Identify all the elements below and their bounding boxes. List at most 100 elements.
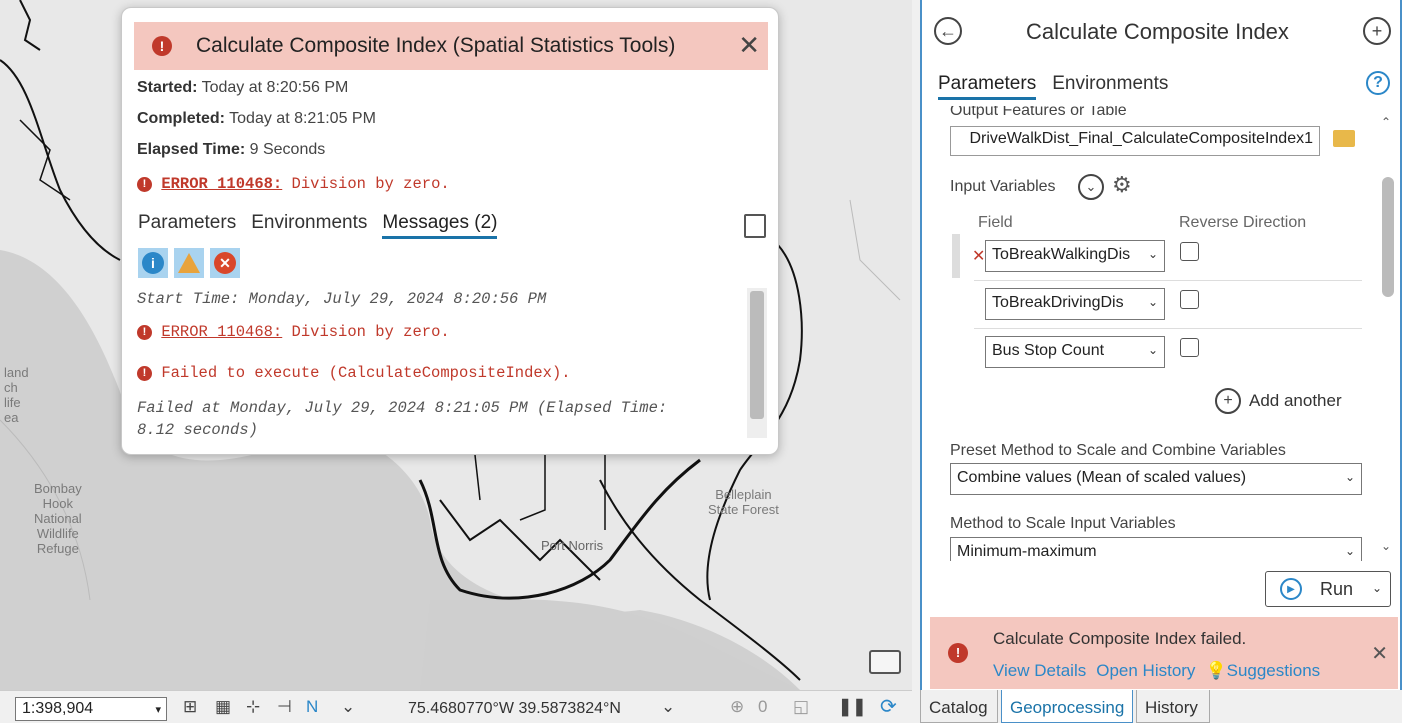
chevron-down-icon: ⌄ <box>1147 343 1158 357</box>
status-links: View Details Open History 💡Suggestions <box>993 661 1320 681</box>
map-legend-icon[interactable] <box>869 650 901 674</box>
row-drag-handle[interactable] <box>952 234 960 278</box>
elapsed-line: Elapsed Time: 9 Seconds <box>137 141 326 158</box>
add-another-button[interactable]: + Add another <box>1215 388 1342 414</box>
field-select-3[interactable]: Bus Stop Count ⌄ <box>985 336 1165 368</box>
reverse-checkbox-2[interactable] <box>1180 290 1199 309</box>
expand-icon[interactable]: ⌄ <box>1078 174 1104 200</box>
messages-scrollbar[interactable] <box>747 288 767 438</box>
row-divider <box>974 328 1362 329</box>
geoprocessing-pane: ← Calculate Composite Index + Parameters… <box>920 0 1402 690</box>
error-code-link[interactable]: ERROR 110468: <box>161 175 282 193</box>
scrollbar-thumb[interactable] <box>1382 177 1394 297</box>
info-icon: i <box>142 252 164 274</box>
warning-filter-button[interactable] <box>174 248 204 278</box>
chevron-down-icon: ⌄ <box>1147 295 1158 309</box>
tool-title: Calculate Composite Index <box>1026 19 1289 44</box>
message-start-time: Start Time: Monday, July 29, 2024 8:20:5… <box>137 290 547 308</box>
tab-environments[interactable]: Environments <box>1052 73 1168 100</box>
preset-method-label: Preset Method to Scale and Combine Varia… <box>950 442 1286 459</box>
plus-icon: + <box>1215 388 1241 414</box>
error-icon: ✕ <box>214 252 236 274</box>
run-button[interactable]: ▶ Run ⌄ <box>1265 571 1391 607</box>
error-icon: ! <box>948 643 968 663</box>
output-label: Output Features or Table <box>950 106 1127 119</box>
popup-tabs: Parameters Environments Messages (2) <box>138 212 498 239</box>
back-icon[interactable]: ← <box>934 17 962 45</box>
field-select-1[interactable]: ToBreakWalkingDis ⌄ <box>985 240 1165 272</box>
selection-icon[interactable]: ⊕ <box>730 697 744 717</box>
tab-catalog[interactable]: Catalog <box>920 690 998 723</box>
message-failed-at-1: Failed at Monday, July 29, 2024 8:21:05 … <box>137 399 668 417</box>
error-icon: ! <box>152 36 172 56</box>
suggestions-link[interactable]: 💡Suggestions <box>1205 661 1320 681</box>
open-history-link[interactable]: Open History <box>1096 661 1195 681</box>
error-icon: ! <box>137 325 152 340</box>
add-grid-icon[interactable]: ⊞ <box>183 697 197 717</box>
coordinate-readout: 75.4680770°W 39.5873824°N <box>408 700 621 717</box>
tab-geoprocessing[interactable]: Geoprocessing <box>1001 690 1133 723</box>
row-divider <box>974 280 1362 281</box>
tab-messages[interactable]: Messages (2) <box>382 212 498 239</box>
reverse-checkbox-1[interactable] <box>1180 242 1199 261</box>
play-icon: ▶ <box>1280 578 1302 600</box>
chevron-down-icon[interactable]: ⌄ <box>661 697 675 717</box>
close-icon[interactable]: ✕ <box>1371 641 1388 666</box>
map-label-belleplain: Belleplain State Forest <box>708 487 779 517</box>
map-label-bombay: Bombay Hook National Wildlife Refuge <box>34 481 82 556</box>
scale-method-select[interactable]: Minimum-maximum ⌄ <box>950 537 1362 561</box>
clear-selection-icon[interactable]: ◱ <box>793 697 809 717</box>
scroll-up-icon[interactable]: ⌃ <box>1381 115 1391 129</box>
output-field[interactable]: DriveWalkDist_Final_CalculateCompositeIn… <box>950 126 1320 156</box>
preset-method-select[interactable]: Combine values (Mean of scaled values) ⌄ <box>950 463 1362 495</box>
pause-icon[interactable]: ❚❚ <box>838 697 867 717</box>
lightbulb-icon: 💡 <box>1205 661 1227 680</box>
scrollbar-thumb[interactable] <box>750 291 764 419</box>
status-message: Calculate Composite Index failed. <box>993 629 1247 648</box>
tab-parameters[interactable]: Parameters <box>938 73 1037 100</box>
pane-tabs: Parameters Environments <box>938 73 1168 100</box>
refresh-icon[interactable]: ⟳ <box>880 694 897 719</box>
completed-line: Completed: Today at 8:21:05 PM <box>137 110 376 127</box>
north-arrow-icon[interactable]: N <box>306 697 318 717</box>
map-view[interactable]: Bombay Hook National Wildlife Refuge Bellepl… <box>0 0 912 690</box>
selected-count: 0 <box>758 697 768 716</box>
add-icon[interactable]: + <box>1363 17 1391 45</box>
chevron-down-icon[interactable]: ⌄ <box>341 697 355 717</box>
pane-scrollbar[interactable]: ⌃ ⌄ <box>1378 115 1396 560</box>
snapping-icon[interactable]: ⊹ <box>246 697 260 717</box>
map-label-left: land ch life ea <box>4 365 29 425</box>
tab-history[interactable]: History <box>1136 690 1210 723</box>
view-details-link[interactable]: View Details <box>993 661 1086 681</box>
gear-icon[interactable]: ⚙ <box>1112 172 1132 198</box>
chevron-down-icon: ⌄ <box>1147 247 1158 261</box>
scale-selector[interactable]: 1:398,904 ▾ <box>15 697 167 721</box>
remove-row-icon[interactable]: ✕ <box>972 246 985 266</box>
tab-environments[interactable]: Environments <box>251 212 367 239</box>
reverse-checkbox-3[interactable] <box>1180 338 1199 357</box>
message-error-code-link[interactable]: ERROR 110468: <box>161 323 282 341</box>
chevron-down-icon: ▾ <box>155 704 161 716</box>
constraints-icon[interactable]: ⊣ <box>277 697 292 717</box>
scroll-down-icon[interactable]: ⌄ <box>1381 539 1391 553</box>
chevron-down-icon: ⌄ <box>1344 544 1355 558</box>
scale-method-label: Method to Scale Input Variables <box>950 515 1176 532</box>
close-icon[interactable]: ✕ <box>738 30 760 61</box>
error-filter-button[interactable]: ✕ <box>210 248 240 278</box>
message-failed: ! Failed to execute (CalculateCompositeI… <box>137 364 571 382</box>
field-select-2[interactable]: ToBreakDrivingDis ⌄ <box>985 288 1165 320</box>
status-banner: ! Calculate Composite Index failed. View… <box>930 617 1398 689</box>
map-label-port-norris: Port Norris <box>541 538 604 553</box>
folder-icon[interactable] <box>1333 130 1355 147</box>
tab-parameters[interactable]: Parameters <box>138 212 236 239</box>
error-icon: ! <box>137 366 152 381</box>
copy-icon[interactable] <box>744 214 766 238</box>
input-variables-label: Input Variables <box>950 178 1056 195</box>
parameters-scroll-area: Output Features or Table DriveWalkDist_F… <box>922 106 1378 561</box>
pane-tab-strip: Catalog Geoprocessing History <box>920 690 1402 723</box>
chevron-down-icon: ⌄ <box>1344 470 1355 484</box>
info-filter-button[interactable]: i <box>138 248 168 278</box>
grid-icon[interactable]: ▦ <box>215 697 231 717</box>
error-summary: ! ERROR 110468: Division by zero. <box>137 175 450 193</box>
help-icon[interactable]: ? <box>1366 71 1390 95</box>
